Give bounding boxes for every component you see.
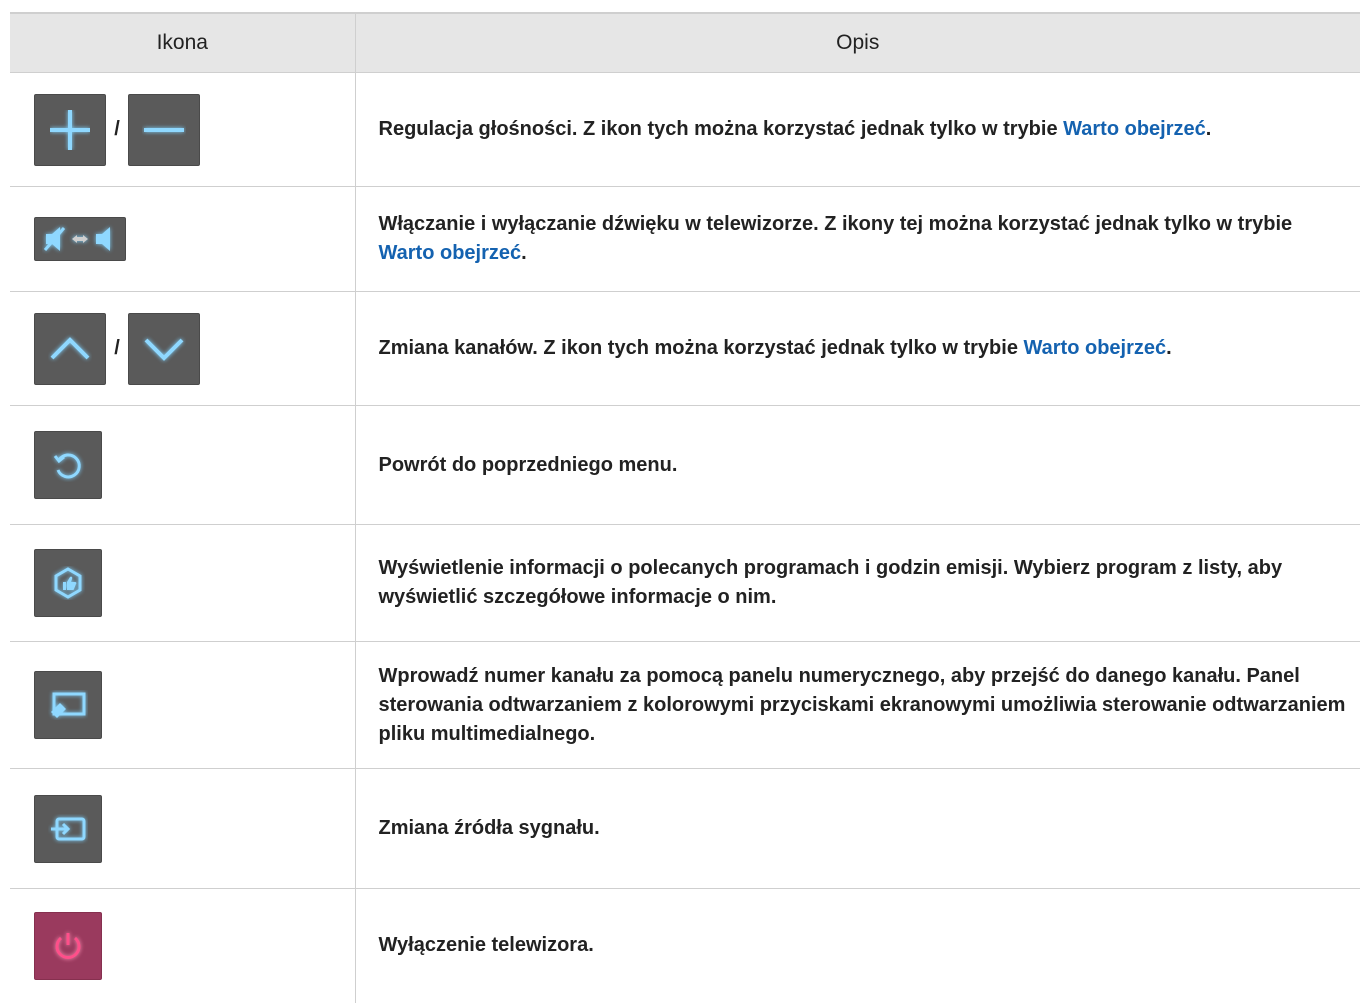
icon-cell — [10, 524, 356, 642]
icon-cell — [10, 641, 356, 769]
icon-table: Ikona Opis / Regulacja głośności. Z ikon… — [10, 12, 1360, 1003]
table-row: Wyłączenie telewizora. — [10, 888, 1360, 1003]
table-row: Wprowadź numer kanału za pomocą panelu n… — [10, 641, 1360, 769]
table-row: Wyświetlenie informacji o polecanych pro… — [10, 524, 1360, 642]
table-row: / Regulacja głośności. Z ikon tych można… — [10, 72, 1360, 187]
description-cell: Wprowadź numer kanału za pomocą panelu n… — [355, 641, 1360, 769]
icon-cell — [10, 186, 356, 292]
plus-icon — [34, 93, 106, 166]
power-icon — [34, 911, 102, 980]
description-cell: Zmiana kanałów. Z ikon tych można korzys… — [355, 291, 1360, 406]
chevron-down-icon — [128, 312, 200, 385]
description-cell: Regulacja głośności. Z ikon tych można k… — [355, 72, 1360, 187]
table-row: Powrót do poprzedniego menu. — [10, 405, 1360, 525]
header-icon: Ikona — [10, 12, 356, 73]
icon-cell — [10, 768, 356, 889]
warto-obejrzec-link[interactable]: Warto obejrzeć — [379, 242, 522, 264]
header-description: Opis — [355, 12, 1360, 73]
mute-toggle-icon — [34, 217, 126, 261]
return-icon — [34, 431, 102, 499]
source-icon — [34, 794, 102, 863]
description-cell: Wyświetlenie informacji o polecanych pro… — [355, 524, 1360, 642]
description-cell: Wyłączenie telewizora. — [378, 934, 594, 957]
separator: / — [114, 337, 120, 359]
description-cell: Zmiana źródła sygnału. — [355, 768, 1360, 889]
warto-obejrzec-link[interactable]: Warto obejrzeć — [1063, 118, 1206, 140]
description-cell: Powrót do poprzedniego menu. — [355, 405, 1360, 525]
warto-obejrzec-link[interactable]: Warto obejrzeć — [1024, 337, 1167, 359]
icon-cell — [10, 888, 356, 1003]
table-row: Zmiana źródła sygnału. — [10, 768, 1360, 889]
table-row: / Zmiana kanałów. Z ikon tych można korz… — [10, 291, 1360, 406]
recommend-icon — [34, 549, 102, 617]
numeric-panel-icon — [34, 671, 102, 739]
description-cell: Włączanie i wyłączanie dźwięku w telewiz… — [355, 186, 1360, 292]
chevron-up-icon — [34, 312, 106, 385]
table-header-row: Ikona Opis — [10, 12, 1360, 73]
icon-cell: / — [10, 72, 356, 187]
separator: / — [114, 118, 120, 140]
table-row: Włączanie i wyłączanie dźwięku w telewiz… — [10, 186, 1360, 292]
icon-cell: / — [10, 291, 356, 406]
minus-icon — [128, 93, 200, 166]
icon-cell — [10, 405, 356, 525]
